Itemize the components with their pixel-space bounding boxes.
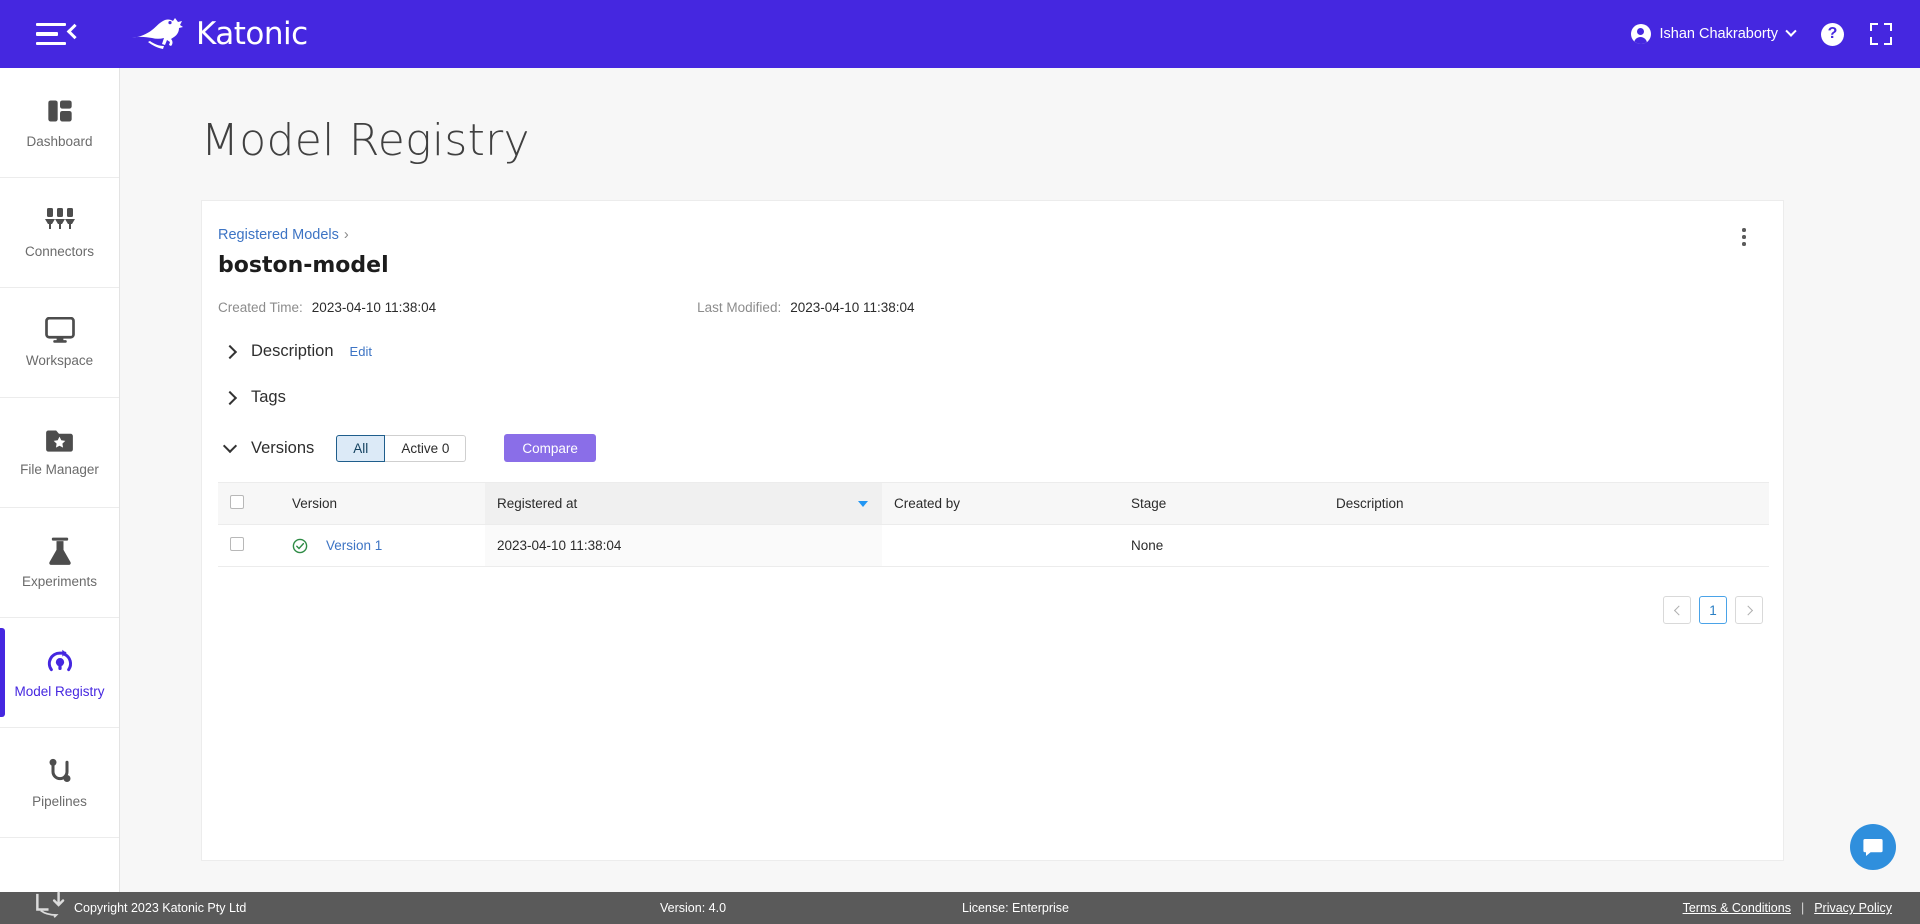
chevron-down-icon xyxy=(1785,25,1797,37)
select-all-header xyxy=(218,482,280,525)
help-label: ? xyxy=(1827,25,1838,42)
breadcrumb-separator: › xyxy=(343,227,349,243)
avatar xyxy=(1630,24,1651,44)
flask-icon xyxy=(47,537,73,565)
version-filter-segmented-control: All Active 0 xyxy=(336,434,467,462)
created-time-group: Created Time: 2023-04-10 11:38:04 xyxy=(218,300,436,315)
fullscreen-expand-icon[interactable] xyxy=(1870,23,1892,45)
brand-name: Katonic xyxy=(196,16,308,52)
check-circle-icon xyxy=(292,538,308,554)
sidebar-navigation: Dashboard Connectors Workspace File Mana… xyxy=(0,68,120,896)
sidebar-item-label: File Manager xyxy=(20,462,99,477)
status-badge: None xyxy=(1131,538,1164,553)
last-modified-value: 2023-04-10 11:38:04 xyxy=(790,300,915,315)
sidebar-item-label: Pipelines xyxy=(32,793,87,809)
edit-description-link[interactable]: Edit xyxy=(350,344,372,359)
model-name-heading: boston-model xyxy=(218,253,389,278)
footer-version: Version: 4.0 xyxy=(660,901,727,915)
column-header-version[interactable]: Version xyxy=(280,482,485,525)
checkbox-unchecked-icon[interactable] xyxy=(230,537,244,551)
sidebar-item-connectors[interactable]: Connectors xyxy=(0,178,119,288)
description-section-title: Description xyxy=(251,342,334,360)
chevron-left-icon[interactable] xyxy=(1663,596,1691,624)
sidebar-item-dashboard[interactable]: Dashboard xyxy=(0,68,119,178)
row-description-cell xyxy=(1324,524,1769,567)
dashboard-grid-icon xyxy=(46,97,74,125)
description-section-header: Description Edit xyxy=(218,342,1767,361)
sidebar-item-pipelines[interactable]: Pipelines xyxy=(0,728,119,838)
footer-bar: Copyright 2023 Katonic Pty Ltd Version: … xyxy=(0,890,1920,924)
row-registered-at-cell: 2023-04-10 11:38:04 xyxy=(485,524,882,567)
row-created-by-cell xyxy=(882,524,1119,567)
page-number-button[interactable]: 1 xyxy=(1699,596,1727,624)
row-version-cell: Version 1 xyxy=(280,524,485,567)
chevron-right-icon[interactable] xyxy=(222,390,238,405)
footer-link-divider: | xyxy=(1800,901,1805,915)
versions-section-header: Versions All Active 0 Compare xyxy=(218,434,1767,462)
kangaroo-logo-icon xyxy=(128,14,190,54)
more-vertical-icon[interactable] xyxy=(1733,223,1755,251)
breadcrumb[interactable]: Registered Models › xyxy=(218,227,1767,243)
version-link[interactable]: Version 1 xyxy=(326,538,382,553)
monitor-icon xyxy=(44,317,75,344)
terms-and-conditions-link[interactable]: Terms & Conditions xyxy=(1683,901,1791,915)
created-time-value: 2023-04-10 11:38:04 xyxy=(311,300,437,315)
created-time-label: Created Time: xyxy=(218,300,303,315)
sidebar-item-label: Experiments xyxy=(21,573,98,589)
column-header-registered-at[interactable]: Registered at xyxy=(485,482,882,525)
top-navigation-bar: Katonic Ishan Chakraborty ? xyxy=(0,0,1920,68)
compare-button[interactable]: Compare xyxy=(504,434,596,462)
model-registry-icon xyxy=(45,647,75,675)
sidebar-item-file-manager[interactable]: File Manager xyxy=(0,398,119,508)
sidebar-item-label: Workspace xyxy=(25,353,94,368)
privacy-policy-link[interactable]: Privacy Policy xyxy=(1814,901,1892,915)
chevron-down-icon[interactable] xyxy=(222,438,238,454)
versions-table: Version Registered at Created by Stage D… xyxy=(218,482,1769,567)
install-app-icon[interactable] xyxy=(34,890,72,920)
tags-section-header: Tags xyxy=(218,388,1767,407)
table-row: Version 1 2023-04-10 11:38:04 None xyxy=(218,524,1769,567)
user-menu[interactable]: Ishan Chakraborty xyxy=(1630,24,1797,44)
hamburger-collapse-icon[interactable] xyxy=(36,17,83,51)
column-header-description[interactable]: Description xyxy=(1324,482,1769,525)
row-stage-cell: None xyxy=(1119,524,1324,567)
pipeline-curve-icon xyxy=(47,757,73,785)
footer-links: Terms & Conditions | Privacy Policy xyxy=(1683,901,1892,915)
sidebar-item-model-registry[interactable]: Model Registry xyxy=(0,618,119,728)
model-detail-card: Registered Models › boston-model Created … xyxy=(201,200,1784,861)
main-content: Model Registry Registered Models › boston… xyxy=(120,68,1920,896)
sidebar-item-label: Connectors xyxy=(24,243,95,259)
versions-section-title: Versions xyxy=(251,438,315,457)
checkbox-unchecked-icon[interactable] xyxy=(230,495,244,509)
filter-active-button[interactable]: Active 0 xyxy=(385,434,467,462)
column-header-stage[interactable]: Stage xyxy=(1119,482,1324,525)
page-title: Model Registry xyxy=(201,115,530,166)
chevron-right-icon[interactable] xyxy=(1735,596,1763,624)
sidebar-item-workspace[interactable]: Workspace xyxy=(0,288,119,398)
column-header-created-by[interactable]: Created by xyxy=(882,482,1119,525)
model-meta-row: Created Time: 2023-04-10 11:38:04 Last M… xyxy=(218,300,1767,315)
table-header-row: Version Registered at Created by Stage D… xyxy=(218,482,1769,525)
footer-license: License: Enterprise xyxy=(962,901,1070,915)
user-name-label: Ishan Chakraborty xyxy=(1659,26,1778,42)
chevron-right-icon[interactable] xyxy=(222,344,238,359)
tags-section-title: Tags xyxy=(251,388,286,406)
connectors-plug-icon xyxy=(44,207,75,235)
footer-copyright: Copyright 2023 Katonic Pty Ltd xyxy=(74,901,247,915)
sidebar-item-label: Model Registry xyxy=(14,683,105,699)
row-checkbox-cell xyxy=(218,524,280,567)
last-modified-label: Last Modified: xyxy=(697,300,782,315)
sidebar-item-experiments[interactable]: Experiments xyxy=(0,508,119,618)
chat-bubble-icon[interactable] xyxy=(1850,824,1896,870)
column-header-registered-at-label: Registered at xyxy=(497,496,578,511)
last-modified-group: Last Modified: 2023-04-10 11:38:04 xyxy=(697,300,914,315)
brand-logo[interactable]: Katonic xyxy=(128,14,308,54)
folder-star-icon xyxy=(45,428,74,453)
question-mark-help-icon[interactable]: ? xyxy=(1821,22,1844,46)
filter-all-button[interactable]: All xyxy=(336,434,386,462)
breadcrumb-registered-models[interactable]: Registered Models xyxy=(218,227,339,243)
sort-descending-arrow-icon[interactable] xyxy=(858,500,868,507)
sidebar-item-label: Dashboard xyxy=(26,133,93,149)
pagination: 1 xyxy=(1663,596,1763,624)
